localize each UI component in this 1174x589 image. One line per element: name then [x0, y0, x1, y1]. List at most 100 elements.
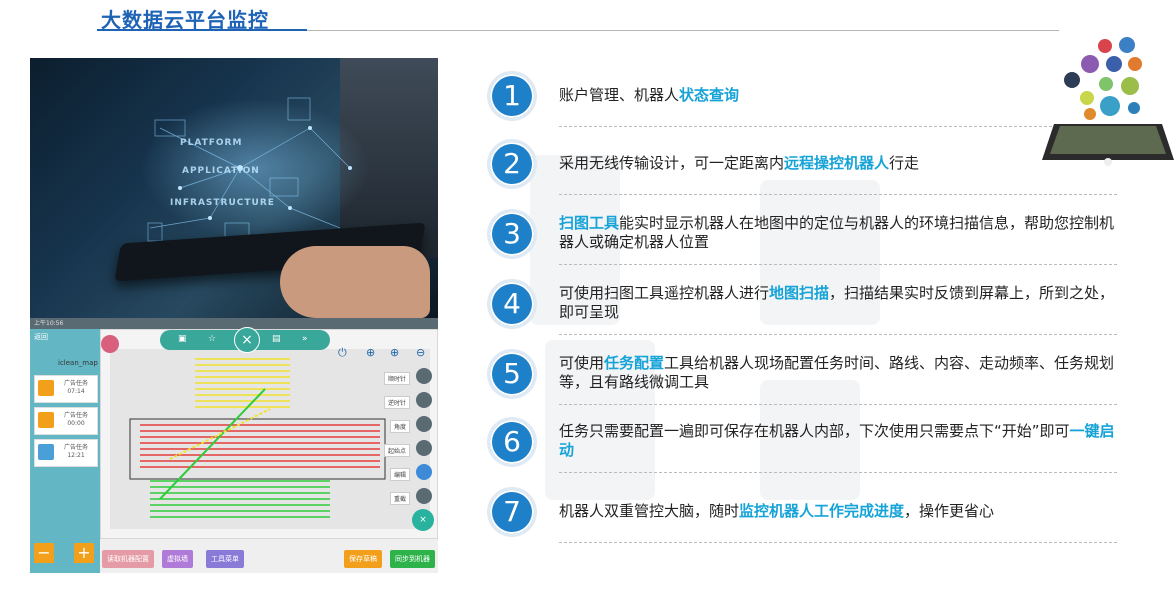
map-name-label: iclean_map	[58, 359, 98, 367]
highlight-text: 状态查询	[679, 86, 740, 104]
body-text: 可使用扫图工具遥控机器人进行	[559, 284, 770, 302]
close-fab-button[interactable]: ×	[412, 509, 434, 531]
task-icon	[38, 412, 54, 428]
holo-word: PLATFORM	[180, 138, 243, 148]
tool-label: 编辑	[389, 468, 410, 481]
star-icon[interactable]: ☆	[208, 334, 216, 344]
badge-number: 2	[503, 147, 521, 180]
highlight-text: 监控机器人工作完成进度	[739, 502, 905, 520]
badge-number: 7	[503, 495, 521, 528]
dashed-divider	[559, 334, 1117, 335]
holo-word: APPLICATION	[182, 166, 260, 176]
bottom-action-bar: 读取机器配置 虚拟墙 工具菜单 保存草稿 同步到机器	[100, 539, 438, 573]
task-icon	[38, 380, 54, 396]
feature-text: 可使用扫图工具遥控机器人进行地图扫描，扫描结果实时反馈到屏幕上，所到之处，即可呈…	[559, 284, 1117, 322]
feature-text: 采用无线传输设计，可一定距离内远程操控机器人行走	[559, 154, 1117, 173]
task-time: 07:14	[67, 388, 85, 395]
number-badge: 3	[487, 209, 537, 259]
sync-button[interactable]: 同步到机器	[390, 550, 435, 568]
close-button[interactable]: ×	[234, 327, 260, 353]
dashed-divider	[559, 264, 1117, 265]
holo-word: INFRASTRUCTURE	[170, 198, 275, 208]
zoom-in-icon[interactable]: ⊕	[366, 346, 375, 359]
feature-text: 可使用任务配置工具给机器人现场配置任务时间、路线、内容、走动频率、任务规划等，且…	[559, 354, 1117, 392]
task-label: 广告任务	[63, 444, 88, 451]
location-pin-icon[interactable]	[416, 440, 432, 456]
angle-icon[interactable]	[416, 416, 432, 432]
hero-photo: PLATFORM APPLICATION INFRASTRUCTURE	[30, 58, 438, 318]
tool-label: 重截	[389, 492, 410, 505]
feature-item: 6 任务只需要配置一遍即可保存在机器人内部，下次使用只需要点下“开始”即可一键启动	[487, 414, 1117, 473]
scan-map	[99, 328, 438, 540]
feature-item: 7 机器人双重管控大脑，随时监控机器人工作完成进度，操作更省心	[487, 484, 1117, 543]
feature-text: 账户管理、机器人状态查询	[559, 86, 1117, 105]
title-divider	[97, 29, 1059, 31]
virtual-wall-button[interactable]: 虚拟墙	[162, 550, 193, 568]
tool-label: 逆时针	[383, 396, 410, 409]
feature-item: 5 可使用任务配置工具给机器人现场配置任务时间、路线、内容、走动频率、任务规划等，…	[487, 346, 1117, 405]
user-avatar[interactable]	[101, 335, 119, 353]
dashed-divider	[559, 542, 1117, 543]
badge-number: 4	[503, 287, 521, 320]
number-badge: 6	[487, 417, 537, 467]
dashed-divider	[559, 404, 1117, 405]
feature-text: 扫图工具能实时显示机器人在地图中的定位与机器人的环境扫描信息，帮助您控制机器人或…	[559, 214, 1117, 252]
highlight-text: 远程操控机器人	[784, 154, 890, 172]
tool-label: 起始点	[383, 444, 410, 457]
feature-text: 任务只需要配置一遍即可保存在机器人内部，下次使用只需要点下“开始”即可一键启动	[559, 422, 1117, 460]
tool-label: 角度	[389, 420, 410, 433]
body-text: 采用无线传输设计，可一定距离内	[559, 154, 785, 172]
task-label: 广告任务	[63, 380, 88, 387]
plus-button[interactable]: +	[74, 543, 94, 563]
number-badge: 1	[487, 71, 537, 121]
badge-number: 6	[503, 425, 521, 458]
highlight-text: 扫图工具	[559, 214, 620, 232]
task-card[interactable]: 广告任务 07:14	[34, 375, 98, 403]
task-card[interactable]: 广告任务 12:21	[34, 439, 98, 467]
body-text: 行走	[889, 154, 920, 172]
minus-button[interactable]: −	[34, 543, 54, 563]
highlight-text: 任务配置	[604, 354, 665, 372]
task-time: 00:00	[67, 420, 85, 427]
save-draft-button[interactable]: 保存草稿	[344, 550, 382, 568]
map-toolbar: ▣ ☆ × ▤ »	[160, 327, 330, 353]
tablet-illustration	[1042, 37, 1174, 166]
badge-number: 5	[503, 357, 521, 390]
task-card[interactable]: 广告任务 00:00	[34, 407, 98, 435]
zoom-fit-icon[interactable]: ⊕	[390, 346, 399, 359]
map-canvas[interactable]	[99, 328, 438, 540]
feature-item: 1 账户管理、机器人状态查询	[487, 68, 1117, 127]
back-button[interactable]: 返回	[34, 332, 48, 342]
number-badge: 7	[487, 487, 537, 537]
feature-item: 2 采用无线传输设计，可一定距离内远程操控机器人行走	[487, 136, 1117, 195]
body-text: 任务只需要配置一遍即可保存在机器人内部，下次使用只需要点下“开始”即可	[559, 422, 1070, 440]
body-text: 可使用	[559, 354, 605, 372]
forward-icon[interactable]: »	[302, 334, 308, 344]
body-text: ，操作更省心	[904, 502, 995, 520]
map-icon[interactable]: ▣	[178, 334, 187, 344]
power-icon[interactable]: ⏻	[338, 346, 347, 360]
rotate-cw-icon[interactable]	[416, 368, 432, 384]
app-screenshot: 上午10:56 返回 iclean_map 广告任务 07:14 广告任务 00:0…	[30, 318, 438, 573]
tool-menu-button[interactable]: 工具菜单	[206, 550, 244, 568]
number-badge: 4	[487, 279, 537, 329]
task-icon	[38, 444, 54, 460]
task-label: 广告任务	[63, 412, 88, 419]
zoom-out-icon[interactable]: ⊖	[416, 346, 425, 359]
read-config-button[interactable]: 读取机器配置	[102, 550, 154, 568]
feature-text: 机器人双重管控大脑，随时监控机器人工作完成进度，操作更省心	[559, 502, 1117, 521]
edit-icon[interactable]	[416, 464, 432, 480]
reset-icon[interactable]	[416, 488, 432, 504]
task-sidebar: 返回 iclean_map 广告任务 07:14 广告任务 00:00 广告任务 12…	[30, 329, 100, 573]
dashed-divider	[559, 126, 1117, 127]
status-bar: 上午10:56	[30, 318, 438, 329]
highlight-text: 地图扫描	[769, 284, 830, 302]
document-icon[interactable]: ▤	[272, 334, 281, 344]
badge-number: 1	[503, 79, 521, 112]
feature-item: 3 扫图工具能实时显示机器人在地图中的定位与机器人的环境扫描信息，帮助您控制机器人…	[487, 206, 1117, 265]
body-text: 机器人双重管控大脑，随时	[559, 502, 740, 520]
body-text: 账户管理、机器人	[559, 86, 680, 104]
tool-label: 顺时针	[383, 372, 410, 385]
rotate-ccw-icon[interactable]	[416, 392, 432, 408]
badge-number: 3	[503, 217, 521, 250]
